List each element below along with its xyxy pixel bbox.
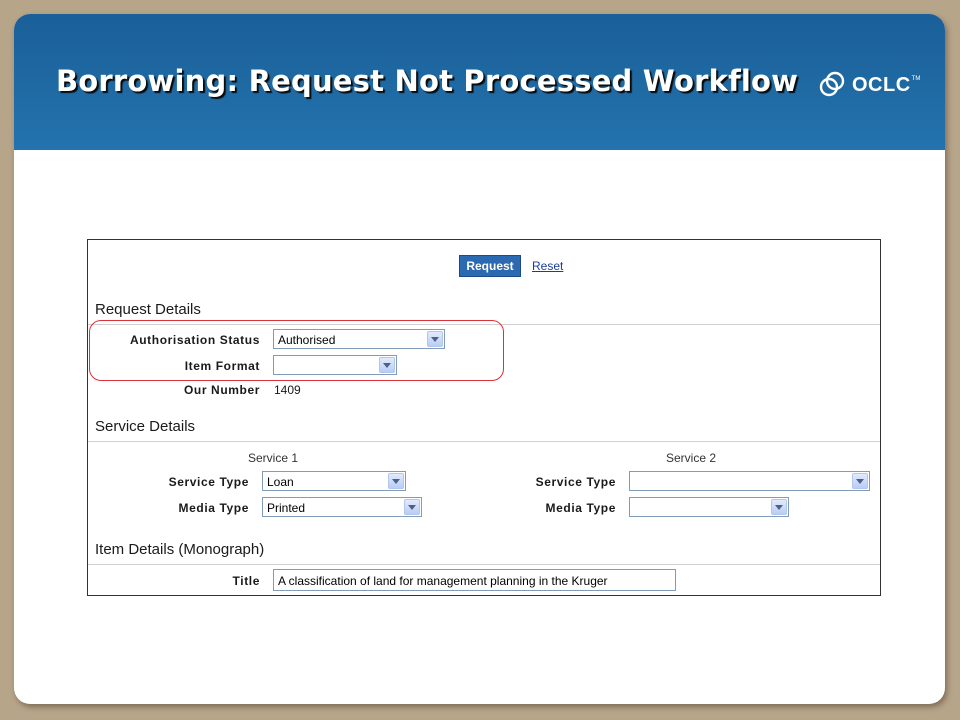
section-divider [88, 324, 880, 325]
service-1-service-type-value: Loan [267, 475, 294, 489]
service-1-service-type-label: Service Type [168, 475, 249, 489]
oclc-logo-mark-icon [819, 71, 845, 97]
oclc-logo: OCLC TM [818, 70, 920, 100]
authorisation-status-label: Authorisation Status [129, 333, 260, 347]
service-1-media-type-label: Media Type [178, 501, 249, 515]
chevron-down-icon[interactable] [427, 331, 443, 347]
service-2-media-type-label: Media Type [545, 501, 616, 515]
service-1-service-type-select[interactable]: Loan [262, 471, 406, 491]
service-1-media-type-select[interactable]: Printed [262, 497, 422, 517]
reset-link[interactable]: Reset [532, 259, 563, 273]
title-input-value: A classification of land for management … [278, 574, 608, 588]
section-divider [88, 564, 880, 565]
authorisation-status-value: Authorised [278, 333, 336, 347]
request-button[interactable]: Request [459, 255, 521, 277]
service-1-heading: Service 1 [248, 451, 299, 465]
chevron-down-icon[interactable] [388, 473, 404, 489]
service-1-media-type-value: Printed [267, 501, 306, 515]
authorisation-status-select[interactable]: Authorised [273, 329, 445, 349]
chevron-down-icon[interactable] [852, 473, 868, 489]
our-number-label: Our Number [183, 383, 260, 397]
item-format-label: Item Format [184, 359, 260, 373]
service-2-heading: Service 2 [666, 451, 717, 465]
service-2-media-type-select[interactable] [629, 497, 789, 517]
slide: Borrowing: Request Not Processed Workflo… [14, 14, 945, 704]
section-divider [88, 441, 880, 442]
title-label: Title [232, 574, 260, 588]
title-input[interactable]: A classification of land for management … [273, 569, 676, 591]
logo-text: OCLC [852, 73, 911, 96]
request-details-heading: Request Details [95, 301, 201, 318]
chevron-down-icon[interactable] [379, 357, 395, 373]
title-banner: Borrowing: Request Not Processed Workflo… [14, 14, 945, 150]
logo-trademark: TM [911, 76, 921, 82]
service-2-service-type-label: Service Type [535, 475, 616, 489]
our-number-value: 1409 [274, 383, 301, 397]
service-2-service-type-select[interactable] [629, 471, 870, 491]
item-details-heading: Item Details (Monograph) [95, 541, 265, 558]
item-format-select[interactable] [273, 355, 397, 375]
slide-title: Borrowing: Request Not Processed Workflo… [56, 64, 799, 98]
service-details-heading: Service Details [95, 418, 196, 435]
chevron-down-icon[interactable] [404, 499, 420, 515]
request-form-panel: Request Reset Request Details Authorisat… [87, 239, 881, 596]
chevron-down-icon[interactable] [771, 499, 787, 515]
